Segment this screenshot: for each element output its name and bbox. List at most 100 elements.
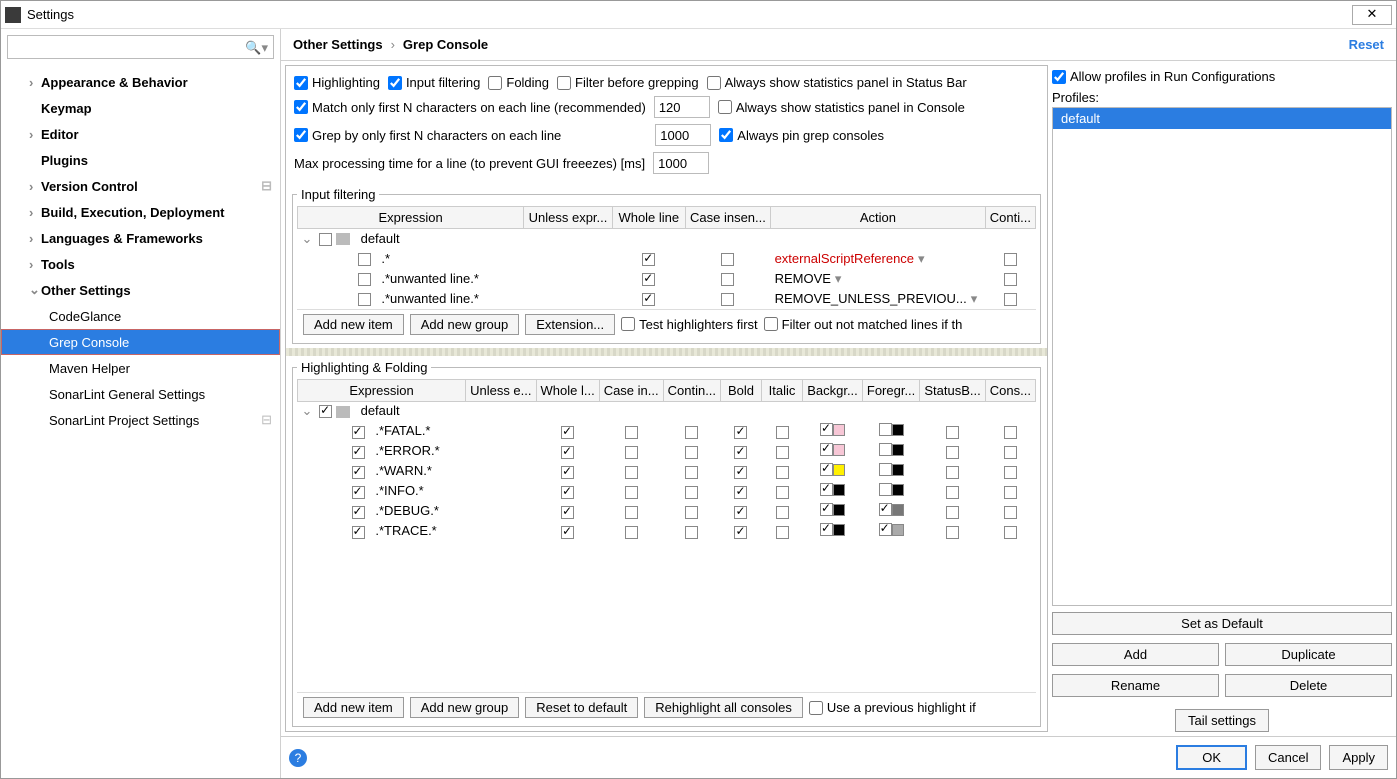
tree-editor[interactable]: ›Editor [1,121,280,147]
maxproc-input[interactable] [653,152,709,174]
th-unless[interactable]: Unless expr... [524,207,613,229]
table-row[interactable]: .*unwanted line.*REMOVE_UNLESS_PREVIOU..… [298,289,1036,309]
table-row[interactable]: ⌄ default [298,401,1036,421]
table-row[interactable]: .*INFO.* [298,481,1036,501]
app-icon [5,7,21,23]
th[interactable]: Whole l... [536,379,599,401]
chk-grep-first[interactable]: Grep by only first N characters on each … [294,128,561,143]
input-filtering-group: Input filtering Expression Unless expr..… [292,187,1041,344]
chk-match-first[interactable]: Match only first N characters on each li… [294,100,646,115]
chk-filter-before[interactable]: Filter before grepping [557,75,699,90]
titlebar: Settings ✕ [1,1,1396,29]
hl-legend: Highlighting & Folding [297,360,431,375]
crumb-a[interactable]: Other Settings [293,37,383,52]
tail-settings-button[interactable]: Tail settings [1175,709,1269,732]
tree-keymap[interactable]: Keymap [1,95,280,121]
search-input[interactable] [7,35,274,59]
table-row[interactable]: .*externalScriptReference▾ [298,249,1036,269]
grep-n-input[interactable] [655,124,711,146]
duplicate-button[interactable]: Duplicate [1225,643,1392,666]
table-row[interactable]: .*WARN.* [298,461,1036,481]
options-panel: Highlighting Input filtering Folding Fil… [286,66,1047,183]
add-group-button[interactable]: Add new group [410,697,519,718]
extension-button[interactable]: Extension... [525,314,615,335]
tree-build[interactable]: ›Build, Execution, Deployment [1,199,280,225]
tree-codeglance[interactable]: CodeGlance [1,303,280,329]
splitter-handle[interactable] [286,348,1047,356]
tree-vcs[interactable]: ›Version Control⊟ [1,173,280,199]
crumb-b: Grep Console [403,37,488,52]
tree-sonarlint-project[interactable]: SonarLint Project Settings⊟ [1,407,280,433]
tree-lang[interactable]: ›Languages & Frameworks [1,225,280,251]
th-cont[interactable]: Conti... [985,207,1035,229]
th[interactable]: StatusB... [920,379,985,401]
th[interactable]: Bold [721,379,762,401]
table-row[interactable]: ⌄ default [298,229,1036,249]
tree-sonarlint-general[interactable]: SonarLint General Settings [1,381,280,407]
chevron-right-icon: › [391,37,395,52]
chk-always-pin[interactable]: Always pin grep consoles [719,128,884,143]
th-case[interactable]: Case insen... [685,207,770,229]
tree-appearance[interactable]: ›Appearance & Behavior [1,69,280,95]
search-icon: 🔍▾ [245,40,268,56]
table-row[interactable]: .*unwanted line.*REMOVE▾ [298,269,1036,289]
rehighlight-button[interactable]: Rehighlight all consoles [644,697,803,718]
th[interactable]: Contin... [663,379,720,401]
th[interactable]: Foregr... [862,379,920,401]
chk-allow-profiles[interactable]: Allow profiles in Run Configurations [1052,65,1392,88]
th-whole[interactable]: Whole line [612,207,685,229]
add-item-button[interactable]: Add new item [303,697,404,718]
chk-test-highlighters[interactable]: Test highlighters first [621,317,758,332]
reset-default-button[interactable]: Reset to default [525,697,638,718]
th[interactable]: Expression [298,379,466,401]
table-row[interactable]: .*TRACE.* [298,521,1036,541]
help-icon[interactable]: ? [289,749,307,767]
delete-button[interactable]: Delete [1225,674,1392,697]
filter-legend: Input filtering [297,187,379,202]
profiles-label: Profiles: [1052,88,1392,107]
table-row[interactable]: .*FATAL.* [298,421,1036,441]
rename-button[interactable]: Rename [1052,674,1219,697]
match-n-input[interactable] [654,96,710,118]
chk-always-status[interactable]: Always show statistics panel in Status B… [707,75,967,90]
profile-item[interactable]: default [1053,108,1391,129]
tree-other[interactable]: ⌄Other Settings [1,277,280,303]
chevron-down-icon[interactable]: ▾ [967,291,982,306]
chk-highlighting[interactable]: Highlighting [294,75,380,90]
apply-button[interactable]: Apply [1329,745,1388,770]
add-group-button[interactable]: Add new group [410,314,519,335]
chevron-down-icon[interactable]: ▾ [914,251,929,266]
th-expression[interactable]: Expression [298,207,524,229]
th[interactable]: Unless e... [466,379,536,401]
chevron-down-icon[interactable]: ▾ [831,271,846,286]
th[interactable]: Case in... [599,379,663,401]
table-row[interactable]: .*DEBUG.* [298,501,1036,521]
th[interactable]: Cons... [985,379,1035,401]
th[interactable]: Italic [761,379,802,401]
cancel-button[interactable]: Cancel [1255,745,1321,770]
table-row[interactable]: .*ERROR.* [298,441,1036,461]
hl-table: Expression Unless e... Whole l... Case i… [297,379,1036,542]
window-title: Settings [27,7,74,22]
tree-tools[interactable]: ›Tools [1,251,280,277]
settings-tree: ›Appearance & Behavior Keymap ›Editor Pl… [1,65,280,778]
gear-icon: ⊟ [261,178,272,194]
ok-button[interactable]: OK [1176,745,1247,770]
chk-input-filtering[interactable]: Input filtering [388,75,480,90]
folder-icon [336,233,350,245]
tree-mavenhelper[interactable]: Maven Helper [1,355,280,381]
chk-always-console[interactable]: Always show statistics panel in Console [718,100,965,115]
th[interactable]: Backgr... [803,379,863,401]
tree-grepconsole[interactable]: Grep Console [1,329,280,355]
close-icon[interactable]: ✕ [1352,5,1392,25]
add-item-button[interactable]: Add new item [303,314,404,335]
tree-plugins[interactable]: Plugins [1,147,280,173]
chk-folding[interactable]: Folding [488,75,549,90]
chk-previous-highlight[interactable]: Use a previous highlight if [809,700,976,715]
profiles-list: default [1052,107,1392,606]
th-action[interactable]: Action [771,207,986,229]
reset-link[interactable]: Reset [1349,37,1384,52]
set-default-button[interactable]: Set as Default [1052,612,1392,635]
add-button[interactable]: Add [1052,643,1219,666]
chk-filter-out[interactable]: Filter out not matched lines if th [764,317,963,332]
